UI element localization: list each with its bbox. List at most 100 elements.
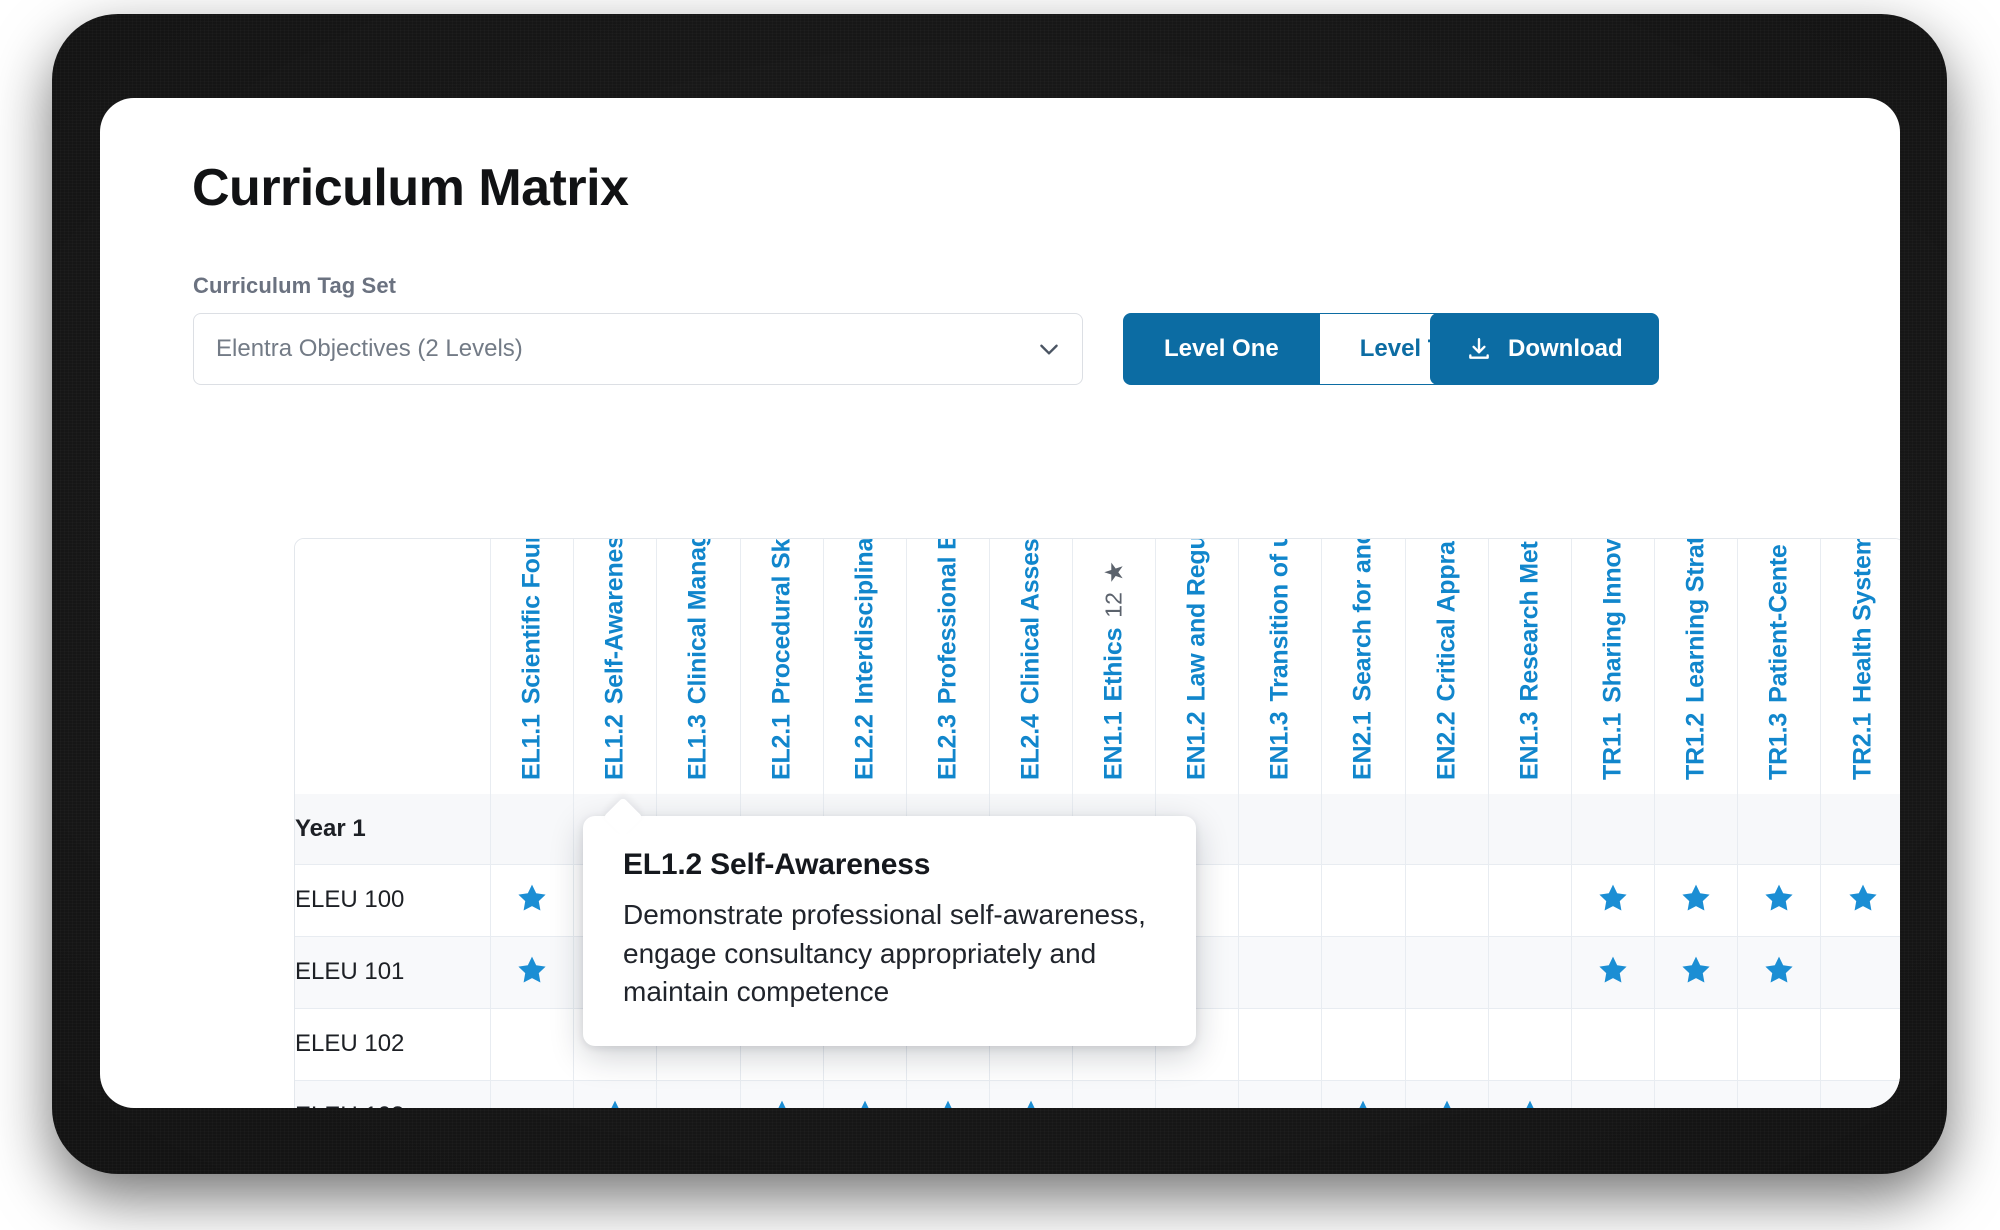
matrix-cell[interactable] [490, 864, 575, 937]
column-header-label: EL2.2 [850, 714, 879, 780]
matrix-cell[interactable] [573, 1080, 658, 1108]
tooltip-title: EL1.2 Self-Awareness [623, 848, 931, 881]
matrix-cell[interactable] [1405, 936, 1489, 1009]
matrix-column-header[interactable]: TR2.1Health System28★ [1820, 538, 1900, 794]
matrix-cell[interactable] [1405, 864, 1489, 937]
matrix-cell[interactable] [1238, 794, 1323, 865]
matrix-cell[interactable] [1571, 1008, 1655, 1081]
matrix-cell[interactable] [1737, 864, 1822, 937]
matrix-column-header[interactable]: EN1.3Research Met30★ [1488, 539, 1572, 794]
star-icon[interactable] [1346, 1097, 1380, 1108]
matrix-column-header[interactable]: EN1.2Law and Regul7★ [1155, 539, 1240, 794]
matrix-column-header[interactable]: EL2.2Interdisciplina29★ [823, 539, 907, 794]
download-button[interactable]: Download [1430, 313, 1659, 385]
star-icon[interactable] [1430, 1097, 1464, 1108]
star-icon[interactable] [848, 1097, 882, 1108]
matrix-cell[interactable] [1321, 1080, 1406, 1108]
matrix-cell[interactable] [1405, 1008, 1489, 1081]
matrix-cell[interactable] [1571, 864, 1655, 937]
matrix-cell[interactable] [656, 1080, 741, 1108]
matrix-cell[interactable] [1238, 864, 1323, 937]
matrix-column-header[interactable]: EL1.1Scientific Found37★ [490, 539, 575, 794]
matrix-cell[interactable] [1238, 936, 1323, 1009]
matrix-cell[interactable] [1072, 1080, 1157, 1108]
matrix-cell[interactable] [823, 1080, 907, 1108]
star-icon[interactable] [765, 1097, 799, 1108]
matrix-cell[interactable] [1321, 794, 1406, 865]
matrix-cell[interactable] [1737, 936, 1822, 1009]
star-icon[interactable] [1513, 1097, 1547, 1108]
star-icon[interactable] [598, 1097, 632, 1108]
star-icon[interactable] [1014, 1097, 1048, 1108]
matrix-cell[interactable] [906, 1080, 990, 1108]
matrix-cell[interactable] [1488, 864, 1572, 937]
matrix-cell[interactable] [1737, 1080, 1822, 1108]
course-label[interactable]: ELEU 103 [295, 1080, 492, 1108]
matrix-cell[interactable] [490, 1008, 575, 1081]
course-label[interactable]: ELEU 102 [295, 1008, 492, 1081]
matrix-cell[interactable] [989, 1080, 1074, 1108]
matrix-column-header[interactable]: EN1.1 Ethics 12 ★ [1072, 539, 1157, 794]
matrix-column-header[interactable]: EN2.2Critical Appra31★ [1405, 539, 1489, 794]
matrix-column-header[interactable]: EN1.3Transition of u29★ [1238, 539, 1323, 794]
matrix-cell[interactable] [1571, 794, 1655, 865]
column-header-name: Research Met [1515, 541, 1544, 702]
matrix-cell[interactable] [490, 794, 575, 865]
star-icon[interactable] [1679, 953, 1713, 987]
matrix-column-header[interactable]: TR1.1Sharing Innov27★ [1571, 539, 1655, 794]
matrix-cell[interactable] [1571, 936, 1655, 1009]
curriculum-tag-set-select[interactable]: Elentra Objectives (2 Levels) [193, 313, 1083, 385]
star-icon[interactable] [931, 1097, 965, 1108]
matrix-cell[interactable] [1321, 936, 1406, 1009]
column-header-label: EL1.3 [683, 714, 712, 780]
matrix-cell[interactable] [1488, 1080, 1572, 1108]
course-label[interactable]: ELEU 101 [295, 936, 492, 1009]
matrix-column-header[interactable]: EL2.4Clinical Asses18★ [989, 539, 1074, 794]
matrix-column-header[interactable]: EL2.1Procedural Skil10★ [740, 539, 824, 794]
star-icon[interactable] [1762, 953, 1796, 987]
matrix-cell[interactable] [1321, 1008, 1406, 1081]
matrix-cell[interactable] [1737, 1008, 1822, 1081]
matrix-cell[interactable] [1820, 1008, 1900, 1081]
tooltip-body: Demonstrate professional self-awareness,… [623, 899, 1146, 1008]
matrix-cell[interactable] [1654, 794, 1739, 865]
matrix-cell[interactable] [490, 936, 575, 1009]
matrix-cell[interactable] [1820, 936, 1900, 1009]
matrix-column-header[interactable]: EL1.2Self-Awarenes38★ [573, 539, 658, 794]
matrix-cell[interactable] [490, 1080, 575, 1108]
matrix-column-header[interactable]: EL2.3Professional B9★ [906, 539, 990, 794]
matrix-cell[interactable] [1654, 864, 1739, 937]
column-header-name: Health System [1848, 538, 1877, 703]
star-icon[interactable] [1596, 953, 1630, 987]
matrix-column-header[interactable]: EN2.1Search for anc32★ [1321, 539, 1406, 794]
star-icon[interactable] [1846, 881, 1880, 915]
star-icon[interactable] [515, 953, 549, 987]
matrix-cell[interactable] [1488, 936, 1572, 1009]
matrix-cell[interactable] [1571, 1080, 1655, 1108]
matrix-cell[interactable] [1155, 1080, 1240, 1108]
matrix-cell[interactable] [1654, 936, 1739, 1009]
matrix-cell[interactable] [1654, 1008, 1739, 1081]
matrix-cell[interactable] [1654, 1080, 1739, 1108]
matrix-cell[interactable] [1737, 794, 1822, 865]
star-icon[interactable] [1596, 881, 1630, 915]
matrix-cell[interactable] [1238, 1080, 1323, 1108]
matrix-cell[interactable] [1488, 1008, 1572, 1081]
matrix-cell[interactable] [740, 1080, 824, 1108]
matrix-cell[interactable] [1820, 794, 1900, 865]
matrix-cell[interactable] [1238, 1008, 1323, 1081]
matrix-cell[interactable] [1405, 794, 1489, 865]
matrix-cell[interactable] [1321, 864, 1406, 937]
matrix-column-header[interactable]: TR1.2Learning Strat11★ [1654, 539, 1739, 794]
matrix-cell[interactable] [1488, 794, 1572, 865]
matrix-column-header[interactable]: EL1.3Clinical Manag36★ [656, 539, 741, 794]
level-one-button[interactable]: Level One [1123, 313, 1320, 385]
matrix-cell[interactable] [1820, 1080, 1900, 1108]
matrix-column-header[interactable]: TR1.3Patient-Cente17★ [1737, 539, 1822, 794]
matrix-cell[interactable] [1820, 864, 1900, 937]
star-icon[interactable] [1679, 881, 1713, 915]
star-icon[interactable] [515, 881, 549, 915]
star-icon[interactable] [1762, 881, 1796, 915]
course-label[interactable]: ELEU 100 [295, 864, 492, 937]
matrix-cell[interactable] [1405, 1080, 1489, 1108]
